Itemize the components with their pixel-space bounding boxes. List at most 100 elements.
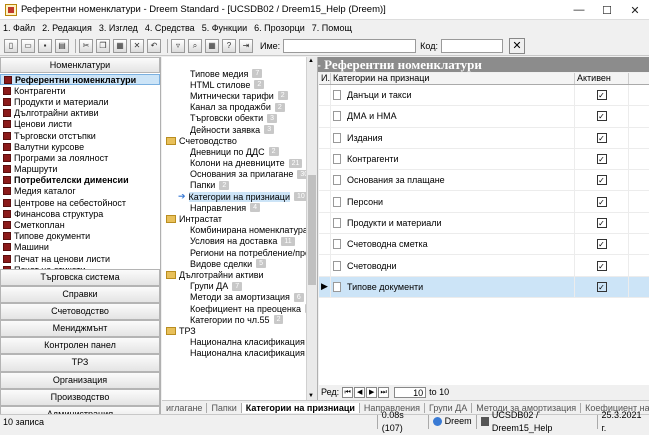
column-header-active[interactable]: Активен xyxy=(575,73,629,84)
column-header-name[interactable]: Категории на признаци xyxy=(331,73,575,84)
row-name-cell[interactable]: Типове документи xyxy=(331,277,575,297)
tree-item[interactable]: Търговски обекти3 xyxy=(162,113,307,124)
section-button[interactable]: Счетоводство xyxy=(0,303,160,320)
column-header-marker[interactable]: И... xyxy=(319,73,331,84)
table-row[interactable]: Счетоводна сметка ✓ xyxy=(319,234,649,255)
tree-item[interactable]: Митнически тарифи2 xyxy=(162,90,307,101)
tree-folder[interactable]: Счетоводство xyxy=(162,135,307,146)
clear-filter-button[interactable]: ✕ xyxy=(509,38,525,54)
nav-item[interactable]: Центрове на себестойност xyxy=(0,197,160,208)
tree-item[interactable]: Видове сделки5 xyxy=(162,258,307,269)
scroll-up-icon[interactable]: ▲ xyxy=(308,58,314,64)
row-name-cell[interactable]: Основания за плащане xyxy=(331,170,575,190)
nav-item[interactable]: Референтни номенклатури xyxy=(0,74,160,85)
section-button[interactable]: Мениджмънт xyxy=(0,320,160,337)
tree-item[interactable]: ➔Категории на призниаци10 xyxy=(162,191,307,202)
tree-item[interactable]: Национална класификация на xyxy=(162,348,307,359)
undo-icon[interactable]: ↶ xyxy=(147,39,161,53)
menu-help[interactable]: 7. Помощ xyxy=(312,23,352,33)
save-icon[interactable]: ▪ xyxy=(38,39,52,53)
active-checkbox[interactable]: ✓ xyxy=(597,154,607,164)
section-button[interactable]: Справки xyxy=(0,286,160,303)
active-checkbox[interactable]: ✓ xyxy=(597,197,607,207)
table-row[interactable]: Счетоводни ✓ xyxy=(319,255,649,276)
tree-item[interactable]: Дневници по ДДС2 xyxy=(162,146,307,157)
nav-item[interactable]: Продукти и материали xyxy=(0,96,160,107)
nav-item[interactable]: Ценови листи xyxy=(0,119,160,130)
row-name-cell[interactable]: Счетоводни xyxy=(331,255,575,275)
table-row[interactable]: Основания за плащане ✓ xyxy=(319,170,649,191)
table-row[interactable]: Персони ✓ xyxy=(319,191,649,212)
active-checkbox[interactable]: ✓ xyxy=(597,239,607,249)
tree-folder[interactable]: ТРЗ xyxy=(162,325,307,336)
nav-item[interactable]: Контрагенти xyxy=(0,85,160,96)
row-name-cell[interactable]: Счетоводна сметка xyxy=(331,234,575,254)
next-record-icon[interactable]: ▶ xyxy=(366,387,377,398)
minimize-button[interactable]: — xyxy=(565,0,593,20)
copy-icon[interactable]: ❐ xyxy=(96,39,110,53)
tree-item[interactable]: Канал за продажби2 xyxy=(162,102,307,113)
active-checkbox[interactable]: ✓ xyxy=(597,111,607,121)
tab[interactable]: Папки xyxy=(207,403,241,413)
active-checkbox[interactable]: ✓ xyxy=(597,133,607,143)
nav-item[interactable]: Валутни курсове xyxy=(0,141,160,152)
nav-item[interactable]: Програми за лоялност xyxy=(0,152,160,163)
tree-item[interactable]: Условия на доставка11 xyxy=(162,236,307,247)
tree-item[interactable]: Коефициент на преоценка4 xyxy=(162,303,307,314)
paste-icon[interactable]: ▦ xyxy=(113,39,127,53)
tree-item[interactable]: Основания за прилагане30 xyxy=(162,169,307,180)
tab[interactable]: Групи ДА xyxy=(425,403,472,413)
active-checkbox[interactable]: ✓ xyxy=(597,175,607,185)
row-name-cell[interactable]: Контрагенти xyxy=(331,149,575,169)
nav-item[interactable]: Медия каталог xyxy=(0,186,160,197)
active-checkbox[interactable]: ✓ xyxy=(597,218,607,228)
tree-item[interactable]: Категории по чл.552 xyxy=(162,314,307,325)
menu-view[interactable]: 3. Изглед xyxy=(99,23,138,33)
table-row[interactable]: Данъци и такси✓ xyxy=(319,85,649,106)
open-icon[interactable]: ▭ xyxy=(21,39,35,53)
table-row[interactable]: Контрагенти ✓ xyxy=(319,149,649,170)
nav-item[interactable]: Типове документи xyxy=(0,231,160,242)
active-checkbox[interactable]: ✓ xyxy=(597,282,607,292)
menu-edit[interactable]: 2. Редакция xyxy=(42,23,92,33)
nav-item[interactable]: Дълготрайни активи xyxy=(0,108,160,119)
section-button[interactable]: Търговска система xyxy=(0,269,160,286)
tree-scrollbar[interactable]: ▲ ▼ xyxy=(306,57,317,400)
maximize-button[interactable]: ☐ xyxy=(593,0,621,20)
code-input[interactable] xyxy=(441,39,503,53)
help-icon[interactable]: ? xyxy=(222,39,236,53)
exit-icon[interactable]: ⇥ xyxy=(239,39,253,53)
active-checkbox[interactable]: ✓ xyxy=(597,90,607,100)
row-name-cell[interactable]: Продукти и материали xyxy=(331,213,575,233)
section-nomenclatures[interactable]: Номенклатури xyxy=(0,57,160,73)
tab[interactable]: Категории на призниаци xyxy=(242,403,360,413)
tree-item[interactable]: Направления4 xyxy=(162,202,307,213)
row-name-cell[interactable]: Персони xyxy=(331,191,575,211)
active-checkbox[interactable]: ✓ xyxy=(597,261,607,271)
tab[interactable]: иглагане xyxy=(162,403,207,413)
tree-item[interactable]: HTML стилове2 xyxy=(162,79,307,90)
new-icon[interactable]: ▯ xyxy=(4,39,18,53)
nav-item[interactable]: Маршрути xyxy=(0,164,160,175)
section-button[interactable]: Организация xyxy=(0,372,160,389)
tree-folder[interactable]: Интрастат xyxy=(162,213,307,224)
scrollbar-thumb[interactable] xyxy=(308,175,316,285)
section-button[interactable]: ТРЗ xyxy=(0,354,160,371)
first-record-icon[interactable]: ⏮ xyxy=(342,387,353,398)
tree-item[interactable]: Дейности заявка3 xyxy=(162,124,307,135)
last-record-icon[interactable]: ⏭ xyxy=(378,387,389,398)
section-button[interactable]: Производство xyxy=(0,389,160,406)
close-button[interactable]: ✕ xyxy=(621,0,649,20)
menu-windows[interactable]: 6. Прозорци xyxy=(254,23,305,33)
nav-item[interactable]: Потребителски дименсии xyxy=(0,175,160,186)
table-row[interactable]: Издания✓ xyxy=(319,128,649,149)
delete-icon[interactable]: ✕ xyxy=(130,39,144,53)
tree-item[interactable]: Комбинирана номенклатура xyxy=(162,225,307,236)
table-row[interactable]: ДМА и НМА✓ xyxy=(319,106,649,127)
table-row[interactable]: ▶Типове документи✓ xyxy=(319,277,649,298)
nav-item[interactable]: Печат на ценови листи xyxy=(0,253,160,264)
nav-item[interactable]: Сметкоплан xyxy=(0,219,160,230)
nav-item[interactable]: Търговски отстъпки xyxy=(0,130,160,141)
record-number-input[interactable]: 10 xyxy=(394,387,426,398)
scroll-down-icon[interactable]: ▼ xyxy=(308,393,314,399)
